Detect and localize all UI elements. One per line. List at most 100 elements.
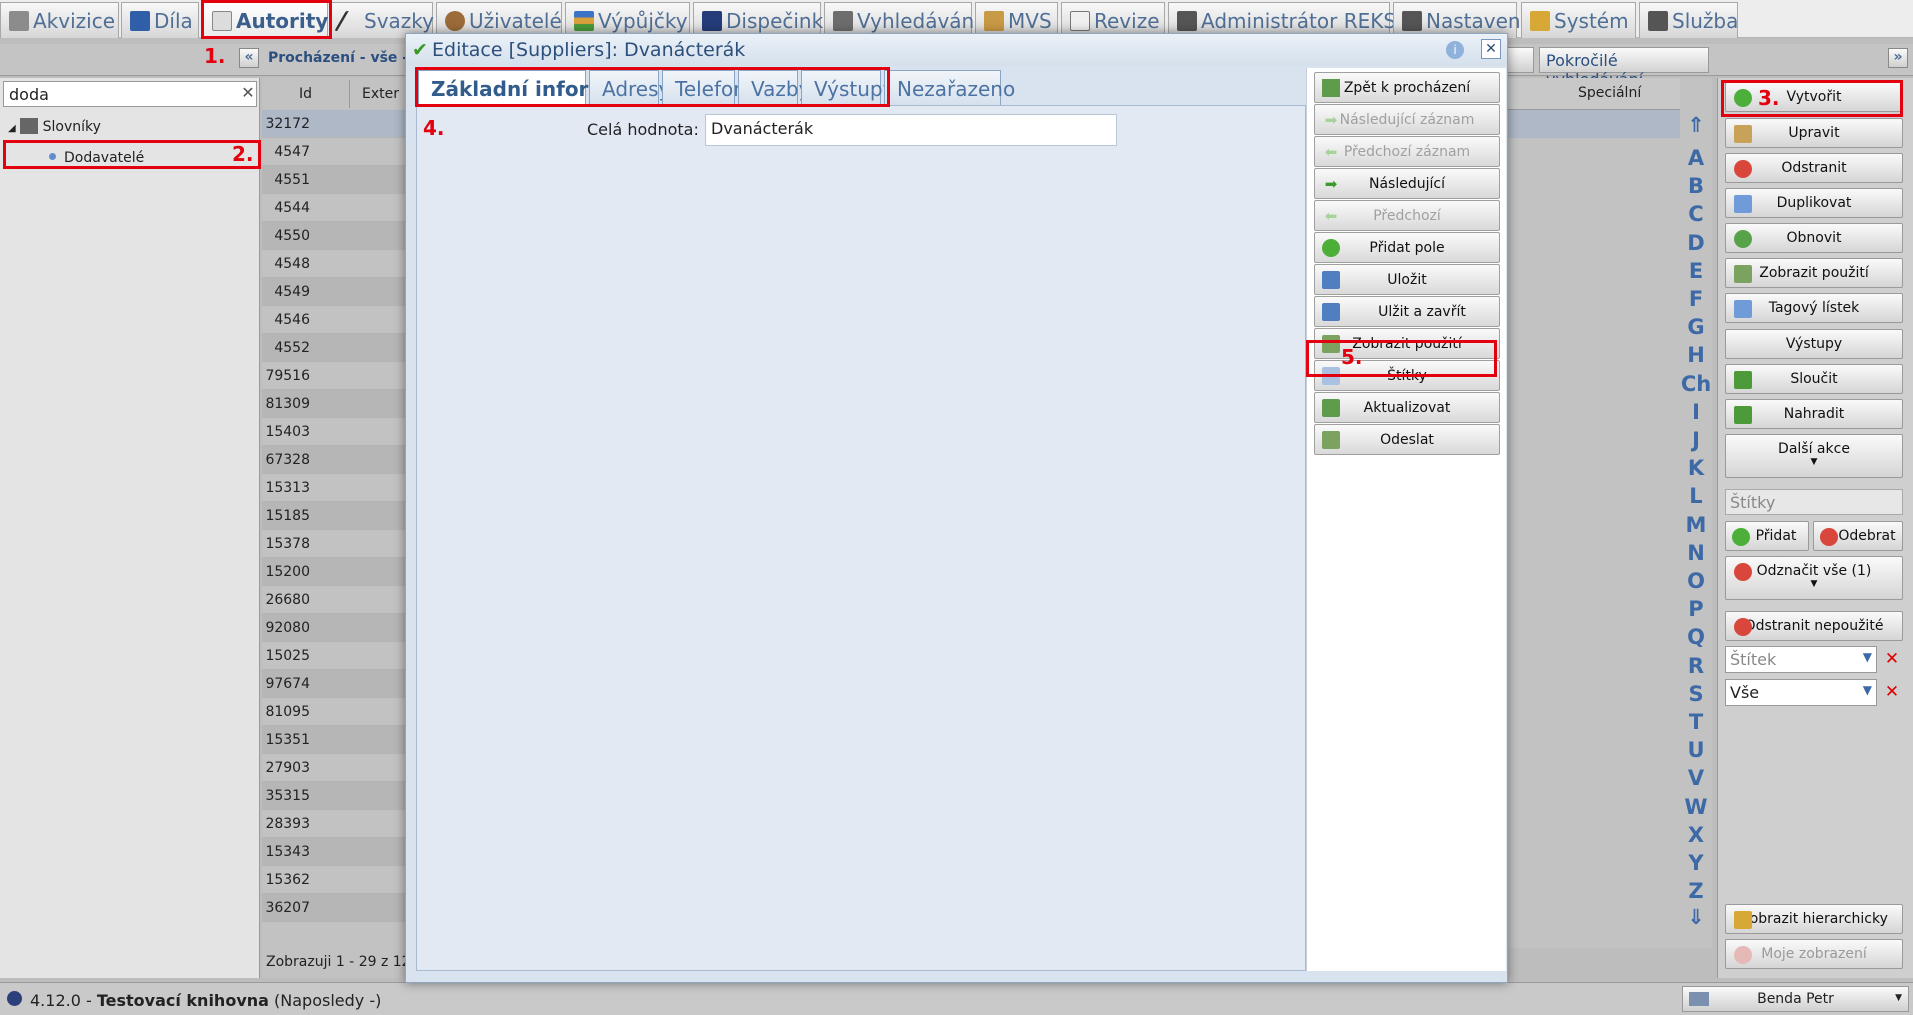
add-tag-button[interactable]: Přidat (1725, 521, 1809, 551)
table-row[interactable]: 4549 (262, 278, 410, 306)
scroll-top-icon[interactable]: ⇑ (1680, 113, 1712, 137)
table-row[interactable]: 4552 (262, 334, 410, 362)
alphabet-letter[interactable]: H (1680, 343, 1712, 367)
table-row[interactable]: 15313 (262, 474, 410, 502)
tag-card-button[interactable]: Tagový lístek (1725, 293, 1903, 323)
table-row[interactable]: 15200 (262, 558, 410, 586)
search-icon[interactable] (1504, 47, 1534, 73)
collapse-left-icon[interactable]: « (239, 48, 259, 68)
table-row[interactable]: 35315 (262, 782, 410, 810)
column-header-external[interactable]: Exter (352, 80, 410, 108)
edit-button[interactable]: Upravit (1725, 118, 1903, 148)
remove-unused-button[interactable]: Odstranit nepoužité (1725, 611, 1903, 641)
table-row[interactable]: 26680 (262, 586, 410, 614)
table-row[interactable]: 15185 (262, 502, 410, 530)
unmark-all-button[interactable]: Odznačit vše (1) ▼ (1725, 556, 1903, 600)
clear-filter-icon[interactable]: ✕ (1882, 682, 1902, 702)
alphabet-letter[interactable]: A (1680, 146, 1712, 170)
alphabet-letter[interactable]: T (1680, 710, 1712, 734)
user-menu-button[interactable]: Benda Petr ▼ (1682, 986, 1909, 1012)
tree-item-slovniky[interactable]: ◢ Slovníky (8, 118, 101, 135)
tree-search-input[interactable]: doda (3, 81, 257, 107)
alphabet-letter[interactable]: Y (1680, 851, 1712, 875)
tab-sluzba[interactable]: Služba (1639, 2, 1738, 38)
table-row[interactable]: 4551 (262, 166, 410, 194)
column-header-id[interactable]: Id (262, 80, 350, 108)
alphabet-letter[interactable]: W (1680, 795, 1712, 819)
save-and-close-button[interactable]: Ulžit a zavřít (1314, 296, 1500, 327)
table-row[interactable]: 81309 (262, 390, 410, 418)
alphabet-letter[interactable]: I (1680, 400, 1712, 424)
table-row[interactable]: 79516 (262, 362, 410, 390)
table-row[interactable]: 15351 (262, 726, 410, 754)
alphabet-letter[interactable]: F (1680, 287, 1712, 311)
table-row[interactable]: 15403 (262, 418, 410, 446)
all-select[interactable]: Vše ▼ (1725, 679, 1877, 706)
remove-tag-button[interactable]: Odebrat (1813, 521, 1903, 551)
tab-akvizice[interactable]: Akvizice (0, 2, 119, 38)
table-row[interactable]: 15378 (262, 530, 410, 558)
clear-tag-icon[interactable]: ✕ (1882, 649, 1902, 669)
table-row[interactable]: 4546 (262, 306, 410, 334)
more-actions-button[interactable]: Další akce ▼ (1725, 434, 1903, 478)
alphabet-letter[interactable]: K (1680, 456, 1712, 480)
show-hierarchically-button[interactable]: Zobrazit hierarchicky (1725, 904, 1903, 934)
add-field-button[interactable]: Přidat pole (1314, 232, 1500, 263)
previous-record-button[interactable]: ⬅ Předchozí záznam (1314, 136, 1500, 167)
table-row[interactable]: 4544 (262, 194, 410, 222)
alphabet-letter[interactable]: O (1680, 569, 1712, 593)
column-header-special[interactable]: Speciální (1506, 78, 1681, 110)
alphabet-letter[interactable]: P (1680, 597, 1712, 621)
table-row[interactable]: 28393 (262, 810, 410, 838)
advanced-search-button[interactable]: Pokročilé vyhledávání (1539, 47, 1709, 89)
alphabet-letter[interactable]: Q (1680, 625, 1712, 649)
tree-expand-icon[interactable]: ◢ (8, 123, 16, 134)
tab-dila[interactable]: Díla (121, 2, 199, 38)
next-record-button[interactable]: ➡ Následující záznam (1314, 104, 1500, 135)
outputs-button[interactable]: Výstupy (1725, 329, 1903, 359)
previous-button[interactable]: ⬅ Předchozí (1314, 200, 1500, 231)
alphabet-letter[interactable]: G (1680, 315, 1712, 339)
alphabet-letter[interactable]: V (1680, 766, 1712, 790)
send-button[interactable]: Odeslat (1314, 424, 1500, 455)
help-icon[interactable]: i (1446, 41, 1464, 59)
tab-system[interactable]: Systém (1521, 2, 1636, 38)
my-view-button[interactable]: Moje zobrazení (1725, 939, 1903, 969)
alphabet-letter[interactable]: D (1680, 231, 1712, 255)
next-button[interactable]: ➡ Následující (1314, 168, 1500, 199)
table-row[interactable]: 15343 (262, 838, 410, 866)
duplicate-button[interactable]: Duplikovat (1725, 188, 1903, 218)
alphabet-letter[interactable]: Ch (1680, 372, 1712, 396)
clear-search-icon[interactable]: ✕ (239, 85, 257, 103)
collapse-right-icon[interactable]: » (1888, 48, 1908, 68)
alphabet-letter[interactable]: M (1680, 513, 1712, 537)
alphabet-letter[interactable]: R (1680, 654, 1712, 678)
alphabet-letter[interactable]: S (1680, 682, 1712, 706)
tag-select[interactable]: Štítek ▼ (1725, 646, 1877, 673)
table-row[interactable]: 27903 (262, 754, 410, 782)
table-row[interactable]: 4548 (262, 250, 410, 278)
back-to-browse-button[interactable]: Zpět k procházení (1314, 72, 1500, 103)
table-row[interactable]: 32172 (262, 110, 410, 138)
alphabet-letter[interactable]: C (1680, 202, 1712, 226)
close-icon[interactable]: ✕ (1481, 39, 1501, 59)
show-usage-button[interactable]: Zobrazit použití (1725, 258, 1903, 288)
alphabet-letter[interactable]: U (1680, 738, 1712, 762)
table-row[interactable]: 4547 (262, 138, 410, 166)
full-value-input[interactable]: Dvanácterák (705, 114, 1117, 146)
table-row[interactable]: 81095 (262, 698, 410, 726)
delete-button[interactable]: Odstranit (1725, 153, 1903, 183)
alphabet-letter[interactable]: N (1680, 541, 1712, 565)
merge-button[interactable]: Sloučit (1725, 364, 1903, 394)
alphabet-letter[interactable]: B (1680, 174, 1712, 198)
table-row[interactable]: 92080 (262, 614, 410, 642)
table-row[interactable]: 36207 (262, 894, 410, 922)
table-row[interactable]: 15362 (262, 866, 410, 894)
alphabet-letter[interactable]: E (1680, 259, 1712, 283)
alphabet-letter[interactable]: L (1680, 484, 1712, 508)
table-row[interactable]: 15025 (262, 642, 410, 670)
table-row[interactable]: 97674 (262, 670, 410, 698)
save-button[interactable]: Uložit (1314, 264, 1500, 295)
table-row[interactable]: 4550 (262, 222, 410, 250)
replace-button[interactable]: Nahradit (1725, 399, 1903, 429)
